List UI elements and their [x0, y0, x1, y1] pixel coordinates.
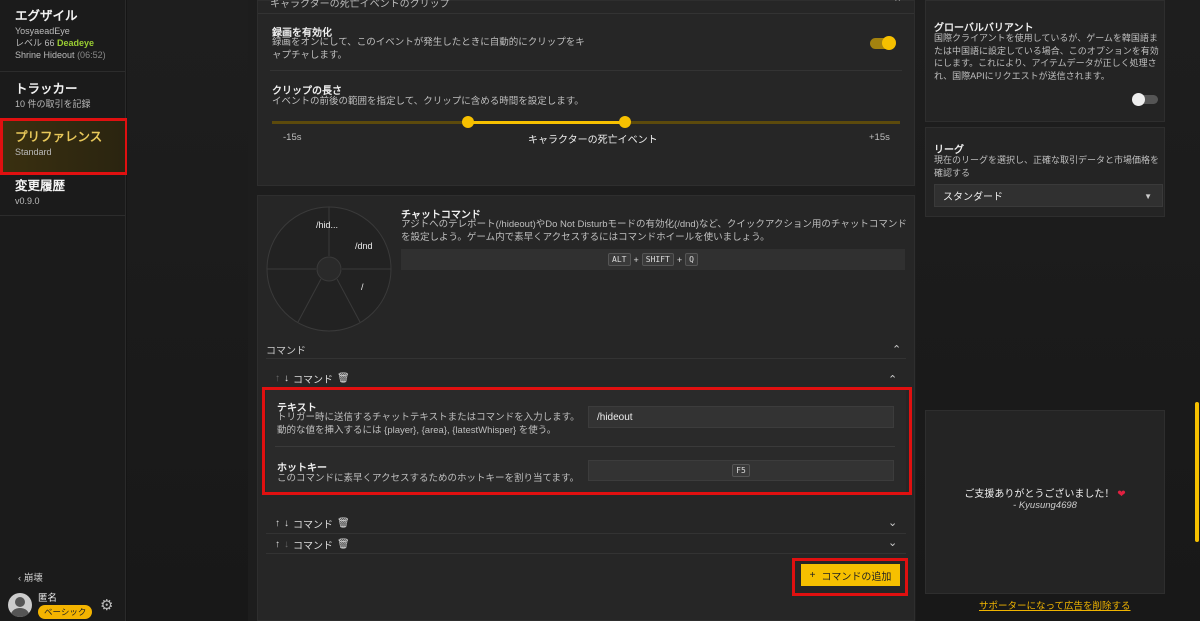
character-level: レベル 66 Deadeye	[15, 37, 110, 49]
caret-down-icon: ▼	[1144, 192, 1152, 201]
record-desc: 録画をオンにして、このイベントが発生したときに自動的にクリップをキャプチャします…	[272, 37, 585, 61]
hotkey-input[interactable]: F5	[588, 460, 894, 481]
key-shift: SHIFT	[641, 253, 674, 266]
preferences-sub: Standard	[15, 147, 52, 157]
supporter-name: - Kyusung4698	[1013, 500, 1077, 511]
chat-command-desc: アジトへのテレポート(/hideout)やDo Not Disturbモードの有…	[401, 219, 907, 243]
remove-ads-link[interactable]: サポーターになって広告を削除する	[979, 598, 1131, 612]
move-up-icon[interactable]: ↑	[275, 373, 280, 384]
time-text: (06:52)	[77, 50, 106, 60]
tracker-title: トラッカー	[15, 82, 78, 96]
slider-min-label: -15s	[283, 132, 302, 143]
heart-icon: ❤	[1117, 489, 1126, 500]
user-info: 匿名 ベーシック	[38, 590, 93, 619]
slider-center-label: キャラクターの死亡イベント	[528, 135, 658, 146]
league-selected: スタンダード	[943, 192, 1003, 203]
character-name: YosyaeadEye	[15, 26, 70, 36]
divider	[266, 533, 906, 534]
command-text-input[interactable]: /hideout	[588, 406, 894, 428]
slider-max-label: +15s	[869, 132, 890, 143]
record-toggle[interactable]	[870, 36, 896, 50]
add-command-button[interactable]: + コマンドの追加	[801, 564, 900, 586]
wheel-hotkey-display[interactable]: ALT + SHIFT + Q	[401, 249, 905, 270]
move-down-icon[interactable]: ↓	[284, 373, 289, 384]
divider	[258, 13, 914, 14]
move-down-icon[interactable]: ↓	[284, 539, 289, 550]
clip-section-card	[257, 0, 915, 186]
plus-icon: +	[809, 569, 816, 581]
chevron-up-icon[interactable]: ⌃	[888, 373, 897, 386]
move-down-icon[interactable]: ↓	[284, 518, 289, 529]
character-location: Shrine Hideout (06:52)	[15, 49, 110, 61]
wheel-slot-slash[interactable]: /	[361, 282, 364, 292]
league-select[interactable]: スタンダード ▼	[934, 184, 1163, 207]
location-text: Shrine Hideout	[15, 50, 75, 60]
divider	[266, 553, 906, 554]
sidebar-item-changelog[interactable]: 変更履歴 v0.9.0	[0, 174, 125, 216]
global-variant-toggle[interactable]	[1132, 93, 1158, 106]
command-row-3: ↑ ↓ コマンド 🗑	[275, 537, 350, 552]
chevron-down-icon[interactable]: ⌄	[888, 536, 897, 549]
clip-length-desc: イベントの前後の範囲を指定して、クリップに含める時間を設定します。	[272, 96, 584, 107]
sidebar-item-tracker[interactable]: トラッカー 10 件の取引を記録	[0, 72, 125, 119]
changelog-title: 変更履歴	[15, 179, 66, 193]
thanks-text: ご支援ありがとうございました！	[964, 489, 1115, 500]
chevron-up-icon[interactable]: ⌃	[892, 343, 901, 356]
class-text: Deadeye	[57, 38, 95, 48]
divider	[270, 70, 902, 71]
avatar[interactable]	[8, 592, 32, 617]
add-command-label: コマンドの追加	[821, 571, 892, 583]
command-label: コマンド	[293, 541, 333, 552]
command-row-1: ↑ ↓ コマンド 🗑	[275, 371, 350, 386]
key-q: Q	[685, 253, 698, 266]
divider	[275, 446, 895, 447]
league-desc: 現在のリーグを選択し、正確な取引データと市場価格を確認する	[934, 155, 1160, 178]
trash-icon[interactable]: 🗑	[337, 539, 350, 550]
trash-icon[interactable]: 🗑	[337, 373, 350, 384]
command-label: コマンド	[293, 375, 333, 386]
move-up-icon[interactable]: ↑	[275, 539, 280, 550]
global-variant-desc: 国際クライアントを使用しているが、ゲームを韓国語または中国語に設定している場合、…	[934, 33, 1159, 81]
sidebar-item-preferences[interactable]: プリファレンス Standard	[0, 119, 125, 174]
hotkey-desc: このコマンドに素早くアクセスするためのホットキーを割り当てます。	[277, 473, 580, 484]
plan-badge: ベーシック	[38, 605, 93, 619]
clip-slider-range	[468, 121, 625, 124]
text-desc: トリガー時に送信するチャットテキストまたはコマンドを入力します。動的な値を挿入す…	[277, 412, 580, 436]
clip-section-header: キャラクターの死亡イベントのクリップ	[270, 0, 450, 10]
key-alt: ALT	[608, 253, 631, 266]
chevron-up-icon[interactable]: ⌃	[893, 0, 902, 9]
commands-header: コマンド	[266, 346, 306, 357]
chevron-left-icon: ‹	[18, 573, 22, 584]
collapse-button[interactable]: ‹ 崩壊	[18, 570, 43, 584]
move-up-icon[interactable]: ↑	[275, 518, 280, 529]
command-label: コマンド	[293, 520, 333, 531]
preferences-title: プリファレンス	[15, 130, 103, 144]
gear-icon[interactable]: ⚙	[100, 596, 113, 614]
sidebar: エグザイル YosyaeadEye レベル 66 Deadeye Shrine …	[0, 0, 126, 621]
user-bar: 匿名 ベーシック ⚙	[0, 588, 126, 621]
clip-slider-end-handle[interactable]	[619, 116, 631, 128]
wheel-slot-dnd[interactable]: /dnd	[355, 241, 373, 251]
trash-icon[interactable]: 🗑	[337, 518, 350, 529]
divider	[266, 358, 906, 359]
wheel-slot-hideout[interactable]: /hid...	[316, 220, 338, 230]
tracker-sub: 10 件の取引を記録	[15, 99, 91, 109]
thanks-message: ご支援ありがとうございました！ ❤	[925, 485, 1165, 500]
collapse-label: 崩壊	[23, 573, 43, 584]
scrollbar-thumb[interactable]	[1195, 402, 1199, 542]
user-name: 匿名	[38, 593, 58, 604]
command-row-2: ↑ ↓ コマンド 🗑	[275, 516, 350, 531]
chevron-down-icon[interactable]: ⌄	[888, 516, 897, 529]
profile-title: エグザイル	[15, 9, 78, 23]
clip-slider-start-handle[interactable]	[462, 116, 474, 128]
changelog-sub: v0.9.0	[15, 196, 40, 206]
sidebar-item-profile[interactable]: エグザイル YosyaeadEye レベル 66 Deadeye Shrine …	[0, 0, 125, 72]
key-f5: F5	[732, 464, 750, 477]
level-text: レベル 66	[15, 38, 55, 48]
